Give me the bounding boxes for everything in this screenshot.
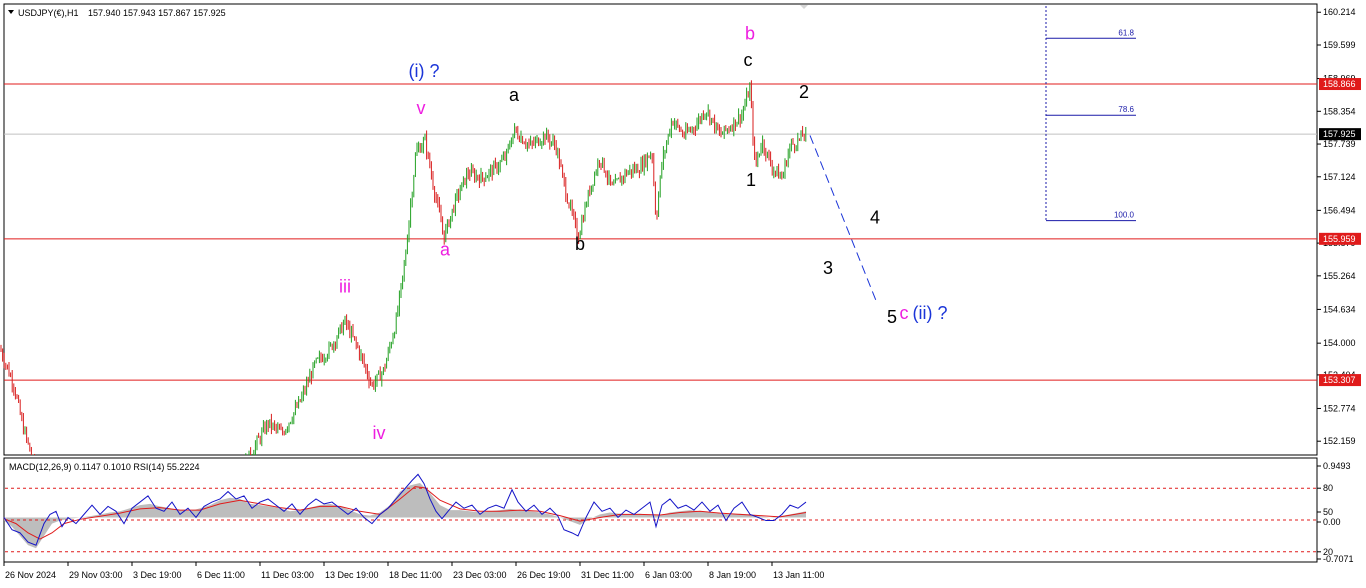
price-tick-label: 158.354: [1323, 106, 1356, 116]
fib-level-label: 61.8: [1118, 28, 1134, 37]
wave-label: c: [744, 50, 753, 70]
price-panel-frame: [3, 3, 1318, 456]
price-tick-label: 160.214: [1323, 7, 1356, 17]
price-tick-label: 155.264: [1323, 271, 1356, 281]
wave-label: v: [417, 98, 426, 118]
time-tick-label: 26 Nov 2024: [5, 570, 56, 580]
fib-level-label: 78.6: [1118, 105, 1134, 114]
level-price-tag: 155.959: [1323, 234, 1356, 244]
symbol-label: USDJPY(€),H1: [18, 8, 79, 18]
price-tick-label: 154.634: [1323, 304, 1356, 314]
wave-label: 1: [746, 170, 756, 190]
time-tick-label: 29 Nov 03:00: [69, 570, 123, 580]
level-price-tag: 153.307: [1323, 375, 1356, 385]
time-tick-label: 3 Dec 19:00: [133, 570, 182, 580]
wave-label: (i) ?: [409, 61, 440, 81]
time-tick-label: 13 Dec 19:00: [325, 570, 379, 580]
indicator-tick-label: -0.7071: [1323, 554, 1354, 564]
price-tick-label: 157.124: [1323, 172, 1356, 182]
wave-label: 5: [887, 307, 897, 327]
time-tick-label: 26 Dec 19:00: [517, 570, 571, 580]
indicator-tick-label: 50: [1323, 507, 1333, 517]
time-tick-label: 18 Dec 11:00: [389, 570, 442, 580]
wave-label: 3: [823, 258, 833, 278]
price-tick-label: 157.739: [1323, 139, 1356, 149]
price-tick-label: 154.000: [1323, 338, 1356, 348]
wave-label: c: [900, 303, 909, 323]
indicator-tick-label: 0.9493: [1323, 461, 1351, 471]
time-tick-label: 11 Dec 03:00: [261, 570, 314, 580]
wave-label: (ii) ?: [913, 303, 948, 323]
scroll-marker-icon[interactable]: [800, 5, 808, 9]
wave-label: b: [745, 24, 755, 44]
current-price-tag: 157.925: [1323, 129, 1356, 139]
level-price-tag: 158.866: [1323, 79, 1356, 89]
indicator-label: MACD(12,26,9) 0.1147 0.1010 RSI(14) 55.2…: [9, 462, 199, 472]
time-tick-label: 8 Jan 19:00: [709, 570, 756, 580]
indicator-tick-label: 0.00: [1323, 517, 1341, 527]
time-tick-label: 23 Dec 03:00: [453, 570, 507, 580]
ohlc-label: 157.940 157.943 157.867 157.925: [88, 8, 226, 18]
projection-dashed-line[interactable]: [809, 135, 877, 301]
wave-label: b: [575, 234, 585, 254]
time-tick-label: 6 Jan 03:00: [645, 570, 692, 580]
time-tick-label: 6 Dec 11:00: [197, 570, 245, 580]
time-tick-label: 13 Jan 11:00: [773, 570, 824, 580]
price-tick-label: 159.599: [1323, 40, 1356, 50]
wave-label: iv: [373, 423, 386, 443]
menu-triangle-icon[interactable]: [8, 10, 14, 14]
wave-label: 2: [799, 82, 809, 102]
chart-canvas: USDJPY(€),H1 157.940 157.943 157.867 157…: [0, 3, 1361, 580]
wave-label: 4: [870, 207, 880, 227]
macd-histogram: [4, 482, 806, 549]
price-tick-label: 152.774: [1323, 403, 1356, 413]
wave-label: iii: [339, 277, 351, 297]
indicator-tick-label: 80: [1323, 483, 1333, 493]
fib-level-label: 100.0: [1114, 211, 1135, 220]
time-tick-label: 31 Dec 11:00: [581, 570, 634, 580]
price-tick-label: 152.159: [1323, 436, 1356, 446]
wave-label: a: [509, 85, 520, 105]
price-tick-label: 156.494: [1323, 205, 1356, 215]
wave-label: a: [440, 239, 451, 259]
